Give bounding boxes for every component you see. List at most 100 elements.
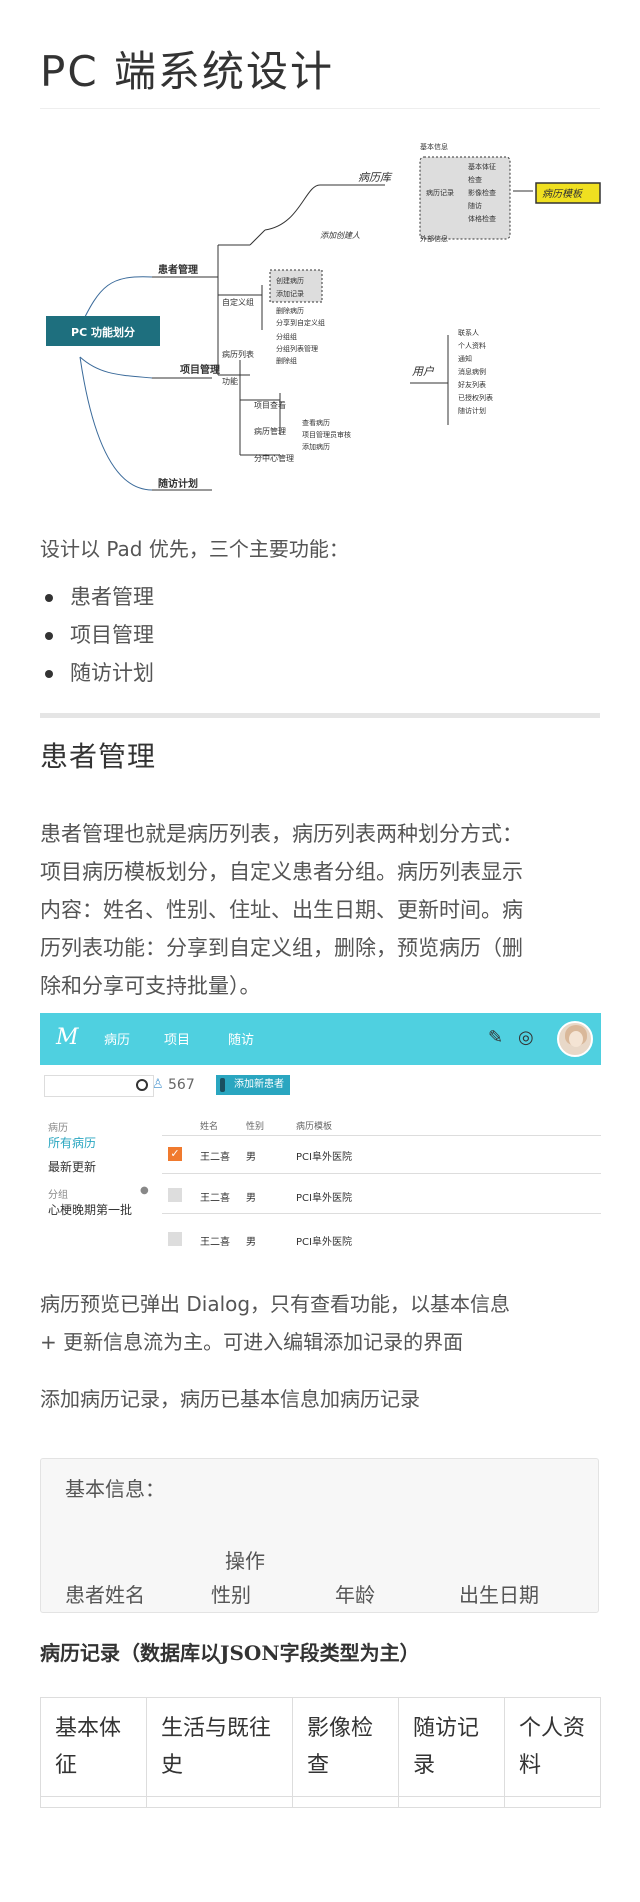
mindmap-patient-sub: 删除组	[276, 356, 297, 365]
mindmap-patient-sub: 删除病历	[276, 306, 304, 315]
mindmap-user-item: 好友列表	[458, 380, 486, 389]
mindmap-branch-patients: 患者管理	[158, 263, 198, 276]
nav-tab-followup[interactable]: 随访	[228, 1029, 254, 1048]
page-title: PC 端系统设计	[40, 47, 335, 96]
sidebar-item-all[interactable]: 所有病历	[48, 1134, 96, 1151]
list-item: 患者管理	[40, 578, 154, 616]
mindmap-user-item: 消息病例	[458, 367, 486, 376]
records-heading: 病历记录（数据库以JSON字段类型为主）	[40, 1641, 420, 1665]
column-header: 姓名	[200, 1122, 219, 1132]
records-table: 基本体征 生活与既往史 影像检查 随访记录 个人资料	[40, 1697, 601, 1808]
table-divider	[162, 1213, 601, 1214]
table-divider	[162, 1173, 601, 1174]
mindmap-user-item: 个人资料	[458, 341, 486, 350]
mindmap-project-child: 分中心管理	[254, 453, 294, 463]
mindmap-record-sub: 体格检查	[468, 214, 496, 223]
mindmap-project-child: 病历管理	[254, 426, 286, 436]
mindmap-project-sub: 添加病历	[302, 442, 330, 451]
mindmap-record-bottom: 外部信息	[420, 234, 448, 243]
mindmap-patient-child: 功能	[222, 376, 238, 386]
intro-text: 设计以 Pad 优先，三个主要功能：	[40, 537, 349, 561]
list-item: 项目管理	[40, 616, 154, 654]
add-patient-label: 添加新患者	[234, 1079, 284, 1090]
mindmap-user-item: 随访计划	[458, 406, 486, 415]
cell-template: PCI阜外医院	[296, 1237, 352, 1248]
mindmap-patient-sub: 分组组	[276, 332, 297, 341]
mindmap-user-item: 联系人	[458, 328, 479, 337]
pen-icon	[220, 1078, 225, 1092]
sidebar-item-recent[interactable]: 最新更新	[48, 1158, 96, 1175]
row-checkbox[interactable]: ✓	[168, 1147, 182, 1161]
field-label: 性别	[211, 1583, 251, 1607]
paragraph-line: 病历预览已弹出 Dialog，只有查看功能，以基本信息	[40, 1292, 511, 1316]
mindmap-diagram: PC 功能划分 患者管理 项目管理 随访计划 自定义组 病历列表 功能 创建病历…	[46, 142, 601, 491]
mindmap-record-label: 病历库	[358, 171, 393, 184]
table-cell	[398, 1796, 505, 1808]
records-column: 生活与既往史	[146, 1697, 293, 1797]
paragraph-line: 患者管理也就是病历列表，病历列表两种划分方式：	[40, 822, 523, 846]
preview-paragraph: 病历预览已弹出 Dialog，只有查看功能，以基本信息 + 更新信息流为主。可进…	[40, 1285, 510, 1361]
row-checkbox[interactable]	[168, 1188, 182, 1202]
group-settings-icon[interactable]: ●	[140, 1185, 149, 1196]
search-icon[interactable]	[136, 1079, 148, 1091]
mindmap-patient-sub: 分组列表管理	[276, 344, 318, 353]
table-cell	[292, 1796, 399, 1808]
add-record-text: 添加病历记录，病历已基本信息加病历记录	[40, 1387, 420, 1411]
mindmap-root: PC 功能划分	[71, 325, 135, 339]
mindmap-patient-child: 病历列表	[222, 349, 254, 359]
mindmap-record-sub: 检查	[468, 175, 482, 184]
operation-label: 操作	[225, 1549, 265, 1573]
mindmap-record-mid: 病历记录	[426, 188, 454, 197]
mindmap-project-sub: 查看病历	[302, 418, 330, 427]
records-column: 基本体征	[40, 1697, 147, 1797]
mindmap-patient-child: 自定义组	[222, 297, 254, 307]
avatar[interactable]	[557, 1021, 593, 1057]
table-divider	[162, 1135, 601, 1136]
mindmap-template: 病历模板	[542, 188, 584, 200]
mindmap-project-child: 项目查看	[254, 400, 286, 410]
settings-icon[interactable]: ◎	[518, 1027, 534, 1048]
search-input[interactable]	[44, 1075, 154, 1097]
records-column: 影像检查	[292, 1697, 399, 1797]
paragraph-line: 历列表功能：分享到自定义组，删除，预览病历（删	[40, 936, 523, 960]
mindmap-user-label: 用户	[412, 365, 435, 378]
nav-tab-projects[interactable]: 项目	[164, 1029, 190, 1048]
table-cell	[146, 1796, 293, 1808]
mindmap-branch-projects: 项目管理	[180, 363, 220, 376]
feature-list: 患者管理 项目管理 随访计划	[40, 578, 154, 692]
user-icon: ♙	[152, 1077, 164, 1092]
sidebar-group-label: 病历	[48, 1123, 68, 1134]
nav-tab-records[interactable]: 病历	[104, 1029, 130, 1048]
table-cell	[504, 1796, 601, 1808]
mindmap-project-sub: 项目管理员审核	[302, 430, 351, 439]
column-header: 性别	[246, 1122, 265, 1132]
mindmap-patient-sub: 创建病历	[276, 276, 304, 285]
add-patient-button[interactable]: 添加新患者	[216, 1075, 290, 1095]
field-label: 患者姓名	[65, 1583, 145, 1607]
app-logo: M	[56, 1025, 79, 1050]
paragraph-line: 内容：姓名、性别、住址、出生日期、更新时间。病	[40, 898, 523, 922]
title-divider	[40, 108, 600, 109]
field-label: 年龄	[335, 1583, 375, 1607]
field-label: 出生日期	[459, 1583, 539, 1607]
cell-template: PCI阜外医院	[296, 1193, 352, 1204]
page: PC 端系统设计 PC 功能划分 患者管理 项目管理 随访计划 自定义组 病历列…	[0, 0, 640, 1902]
paragraph-line: 除和分享可支持批量）。	[40, 974, 261, 998]
sidebar-item-group[interactable]: 心梗晚期第一批	[48, 1201, 132, 1218]
mindmap-record-top: 基本信息	[420, 142, 448, 151]
cell-sex: 男	[246, 1152, 256, 1163]
mindmap-record-sub: 随访	[468, 201, 482, 210]
mindmap-patient-sub: 添加记录	[276, 289, 304, 298]
mindmap-record-via: 添加创建人	[320, 231, 360, 240]
pen-icon[interactable]: ✎	[488, 1027, 503, 1048]
mindmap-branch-followup: 随访计划	[158, 477, 198, 490]
column-header: 病历模板	[296, 1122, 333, 1132]
section-divider	[40, 713, 600, 718]
basic-info-box: 基本信息： 操作 患者姓名 性别 年龄 出生日期	[40, 1458, 599, 1613]
mindmap-record-sub: 影像检查	[468, 188, 496, 197]
basic-info-title: 基本信息：	[65, 1477, 165, 1501]
app-screenshot: M 病历 项目 随访 ✎ ◎ ♙ 567 添加新患者 病历 所有病历 最新更新 …	[40, 1013, 601, 1263]
list-item: 随访计划	[40, 654, 154, 692]
records-column: 个人资料	[504, 1697, 601, 1797]
row-checkbox[interactable]	[168, 1232, 182, 1246]
